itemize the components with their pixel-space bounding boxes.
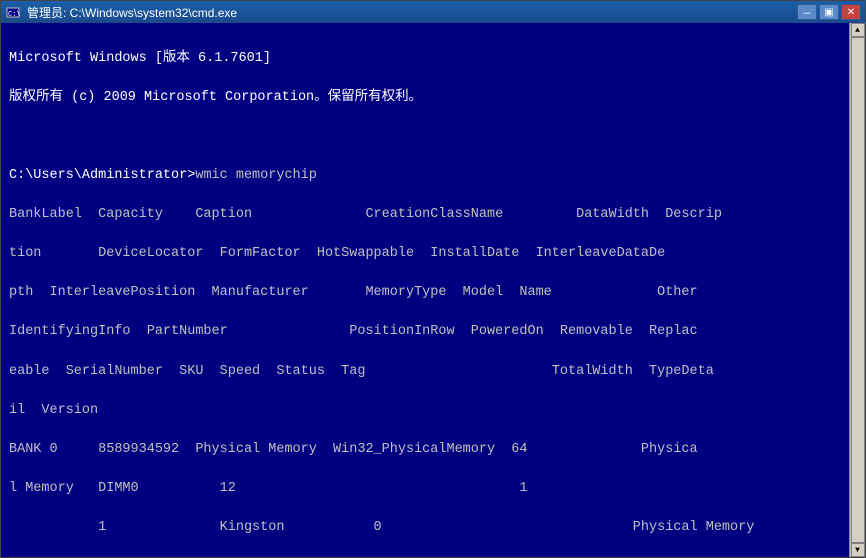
line-4: C:\Users\Administrator>wmic memorychip	[9, 166, 857, 186]
line-1: Microsoft Windows [版本 6.1.7601]	[9, 49, 857, 69]
line-8: IdentifyingInfo PartNumber PositionInRow…	[9, 322, 857, 342]
window-title: 管理员: C:\Windows\system32\cmd.exe	[27, 4, 791, 21]
scroll-thumb[interactable]	[851, 37, 865, 543]
line-9: eable SerialNumber SKU Speed Status Tag …	[9, 362, 857, 382]
scrollbar[interactable]: ▲ ▼	[849, 23, 865, 557]
minimize-button[interactable]: －	[797, 4, 817, 20]
window-controls: － ▣ ✕	[797, 4, 861, 20]
scrollbar-track: ▲ ▼	[850, 23, 865, 557]
title-bar: C:\ 管理员: C:\Windows\system32\cmd.exe － ▣…	[1, 1, 865, 23]
line-11: BANK 0 8589934592 Physical Memory Win32_…	[9, 440, 857, 460]
scroll-down-arrow[interactable]: ▼	[851, 543, 865, 557]
line-13: 1 Kingston 0 Physical Memory	[9, 518, 857, 538]
console-output: Microsoft Windows [版本 6.1.7601] 版权所有 (c)…	[9, 29, 857, 557]
restore-button[interactable]: ▣	[819, 4, 839, 20]
line-7: pth InterleavePosition Manufacturer Memo…	[9, 283, 857, 303]
close-button[interactable]: ✕	[841, 4, 861, 20]
scroll-up-arrow[interactable]: ▲	[851, 23, 865, 37]
line-3	[9, 127, 857, 147]
line-10: il Version	[9, 401, 857, 421]
line-5: BankLabel Capacity Caption CreationClass…	[9, 205, 857, 225]
line-6: tion DeviceLocator FormFactor HotSwappab…	[9, 244, 857, 264]
line-2: 版权所有 (c) 2009 Microsoft Corporation。保留所有…	[9, 88, 857, 108]
console-area[interactable]: Microsoft Windows [版本 6.1.7601] 版权所有 (c)…	[1, 23, 865, 557]
svg-text:C:\: C:\	[8, 11, 20, 19]
app-icon: C:\	[5, 4, 21, 20]
cmd-window: C:\ 管理员: C:\Windows\system32\cmd.exe － ▣…	[0, 0, 866, 558]
line-12: l Memory DIMM0 12 1	[9, 479, 857, 499]
